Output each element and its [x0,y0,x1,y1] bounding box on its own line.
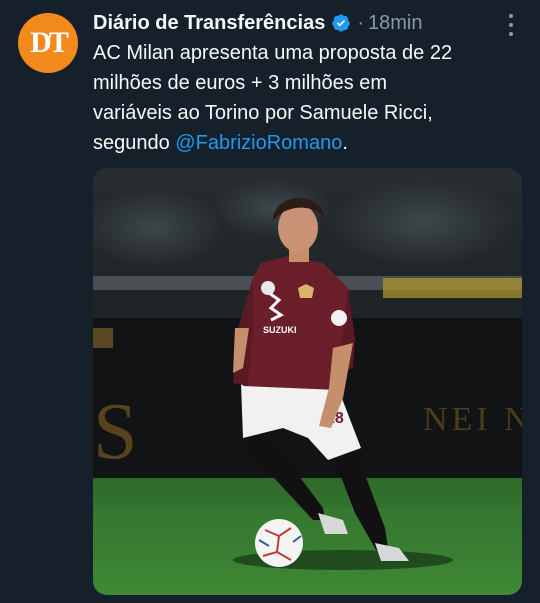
hoarding-text: NEI NI [423,401,522,438]
tweet-photo[interactable]: S NEI NI 28 SUZUKI [93,168,522,595]
tweet-text-line: segundo @FabrizioRomano. [93,128,523,158]
more-dots-icon[interactable] [508,14,514,36]
separator-dot: · [357,11,364,34]
tweet-text-line: AC Milan apresenta uma proposta de 22 [93,42,453,64]
timestamp[interactable]: 18min [368,12,422,35]
shirt-sponsor: SUZUKI [263,325,297,335]
tweet-text-fragment: . [342,132,348,154]
avatar-logo-text: DT [30,26,69,59]
tweet-text: AC Milan apresenta uma proposta de 22 mi… [93,38,523,158]
tweet[interactable]: DT Diário de Transferências · 18min AC M… [0,0,540,603]
tweet-text-line: variáveis ao Torino por Samuele Ricci, [93,102,433,124]
tweet-text-line: milhões de euros + 3 milhões em [93,72,388,94]
verified-badge-icon [332,14,351,32]
avatar[interactable]: DT [18,13,78,73]
football-player-photo: S NEI NI 28 SUZUKI [93,168,522,595]
tweet-text-fragment: segundo [93,132,176,154]
mention-link[interactable]: @FabrizioRomano [175,132,342,154]
svg-text:S: S [93,388,138,476]
display-name[interactable]: Diário de Transferências [93,12,325,35]
tweet-header: Diário de Transferências · 18min [93,10,422,36]
